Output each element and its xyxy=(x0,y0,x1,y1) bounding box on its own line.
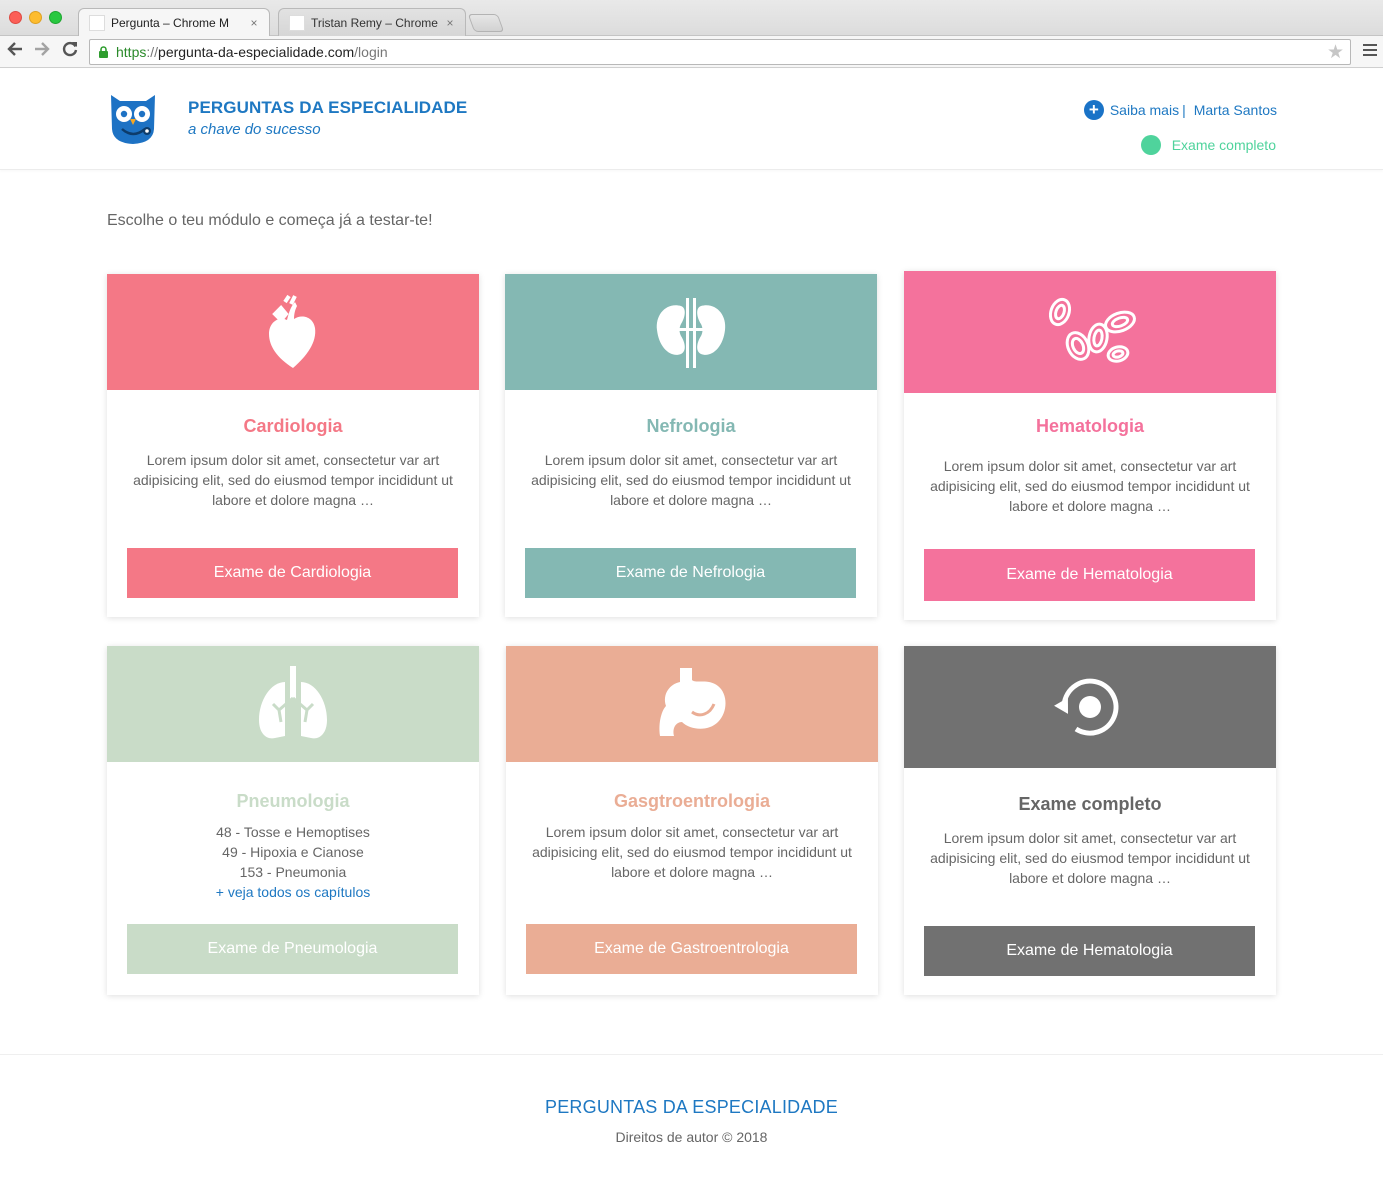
url-host: pergunta-da-especialidade.com xyxy=(158,44,355,60)
kidneys-icon xyxy=(656,298,726,368)
card-title: Gasgtroentrologia xyxy=(613,791,770,811)
chapter-item[interactable]: 49 - Hipoxia e Cianose xyxy=(107,842,479,862)
card-title: Pneumologia xyxy=(236,791,350,811)
browser-toolbar: https://pergunta-da-especialidade.com/lo… xyxy=(0,36,1383,68)
site-footer: PERGUNTAS DA ESPECIALIDADE Direitos de a… xyxy=(0,1054,1383,1193)
module-card-cardiologia: Cardiologia Lorem ipsum dolor sit amet, … xyxy=(107,274,479,617)
exam-gastroentrologia-button[interactable]: Exame de Gastroentrologia xyxy=(526,924,857,974)
footer-brand[interactable]: PERGUNTAS DA ESPECIALIDADE xyxy=(0,1097,1383,1118)
page-favicon-icon xyxy=(289,14,305,31)
address-bar[interactable]: https://pergunta-da-especialidade.com/lo… xyxy=(89,39,1351,65)
module-card-pneumologia: Pneumologia 48 - Tosse e Hemoptises 49 -… xyxy=(107,646,479,995)
card-title: Exame completo xyxy=(1018,794,1162,814)
chapter-item[interactable]: 153 - Pneumonia xyxy=(107,862,479,882)
back-arrow-icon[interactable] xyxy=(4,40,26,62)
reload-icon[interactable] xyxy=(59,40,81,62)
card-title: Nefrologia xyxy=(646,416,736,436)
card-description: Lorem ipsum dolor sit amet, consectetur … xyxy=(532,824,852,880)
brand-tagline: a chave do sucesso xyxy=(188,121,321,138)
exam-status[interactable]: Exame completo xyxy=(1140,135,1276,155)
exam-hematologia-button[interactable]: Exame de Hematologia xyxy=(924,549,1255,601)
card-banner xyxy=(505,274,877,390)
url-separator: :// xyxy=(146,44,159,60)
card-banner xyxy=(506,646,878,762)
exam-status-label: Exame completo xyxy=(1171,137,1276,153)
card-description: Lorem ipsum dolor sit amet, consectetur … xyxy=(930,458,1250,514)
cycle-icon xyxy=(1054,678,1119,736)
page-favicon-icon xyxy=(89,14,105,31)
card-banner xyxy=(904,646,1276,768)
card-banner xyxy=(904,271,1276,393)
url-scheme: https xyxy=(116,44,147,60)
browser-tabstrip: Pergunta – Chrome M × Tristan Remy – Chr… xyxy=(0,0,1383,36)
exam-completo-button[interactable]: Exame de Hematologia xyxy=(924,926,1255,976)
exam-nefrologia-button[interactable]: Exame de Nefrologia xyxy=(525,548,856,598)
forward-arrow-icon[interactable] xyxy=(31,40,53,62)
bookmark-star-icon[interactable]: ★ xyxy=(1327,41,1344,65)
site-header: PERGUNTAS DA ESPECIALIDADE a chave do su… xyxy=(0,69,1383,170)
chapter-list: 48 - Tosse e Hemoptises 49 - Hipoxia e C… xyxy=(107,822,479,902)
card-banner xyxy=(107,274,479,390)
tab-close-icon[interactable]: × xyxy=(441,16,459,30)
tab-pergunta[interactable]: Pergunta – Chrome M × xyxy=(78,8,270,36)
module-card-exame-completo: Exame completo Lorem ipsum dolor sit ame… xyxy=(904,646,1276,995)
heart-icon xyxy=(269,294,316,368)
exam-cardiologia-button[interactable]: Exame de Cardiologia xyxy=(127,548,458,598)
blood-cells-icon xyxy=(1048,297,1136,363)
intro-text: Escolhe o teu módulo e começa já a testa… xyxy=(107,212,433,229)
exam-pneumologia-button[interactable]: Exame de Pneumologia xyxy=(127,924,458,974)
stomach-icon xyxy=(659,668,726,736)
tab-tristan[interactable]: Tristan Remy – Chrome M × xyxy=(278,8,466,36)
brand-title[interactable]: PERGUNTAS DA ESPECIALIDADE xyxy=(188,98,467,118)
plus-icon[interactable]: + xyxy=(1083,100,1104,120)
tab-close-icon[interactable]: × xyxy=(245,16,263,30)
module-card-gastroentrologia: Gasgtroentrologia Lorem ipsum dolor sit … xyxy=(506,646,878,995)
card-title: Hematologia xyxy=(1035,416,1145,436)
header-separator: | xyxy=(1182,102,1186,118)
tab-title: Tristan Remy – Chrome M xyxy=(311,15,441,30)
header-links: + Saiba mais | Marta Santos xyxy=(1083,100,1277,120)
maximize-window-button[interactable] xyxy=(49,11,62,24)
card-description: Lorem ipsum dolor sit amet, consectetur … xyxy=(531,452,851,508)
module-card-nefrologia: Nefrologia Lorem ipsum dolor sit amet, c… xyxy=(505,274,877,617)
lock-icon xyxy=(99,46,108,58)
all-chapters-link[interactable]: + veja todos os capítulos xyxy=(107,882,479,902)
status-dot-icon xyxy=(1140,135,1161,155)
tab-title: Pergunta – Chrome M xyxy=(111,15,230,30)
chapter-item[interactable]: 48 - Tosse e Hemoptises xyxy=(107,822,479,842)
minimize-window-button[interactable] xyxy=(29,11,42,24)
owl-logo-icon[interactable] xyxy=(107,91,159,145)
url-path: /login xyxy=(354,44,388,60)
card-title: Cardiologia xyxy=(243,416,343,436)
lungs-icon xyxy=(259,666,327,739)
footer-copyright: Direitos de autor © 2018 xyxy=(615,1129,768,1145)
saiba-mais-link[interactable]: Saiba mais xyxy=(1110,102,1179,118)
new-tab-button[interactable] xyxy=(467,14,505,32)
module-card-hematologia: Hematologia Lorem ipsum dolor sit amet, … xyxy=(904,271,1276,620)
card-description: Lorem ipsum dolor sit amet, consectetur … xyxy=(930,830,1250,886)
card-banner xyxy=(107,646,479,762)
close-window-button[interactable] xyxy=(9,11,22,24)
user-name-link[interactable]: Marta Santos xyxy=(1194,102,1277,118)
browser-menu-icon[interactable] xyxy=(1363,44,1377,56)
card-description: Lorem ipsum dolor sit amet, consectetur … xyxy=(133,452,453,508)
